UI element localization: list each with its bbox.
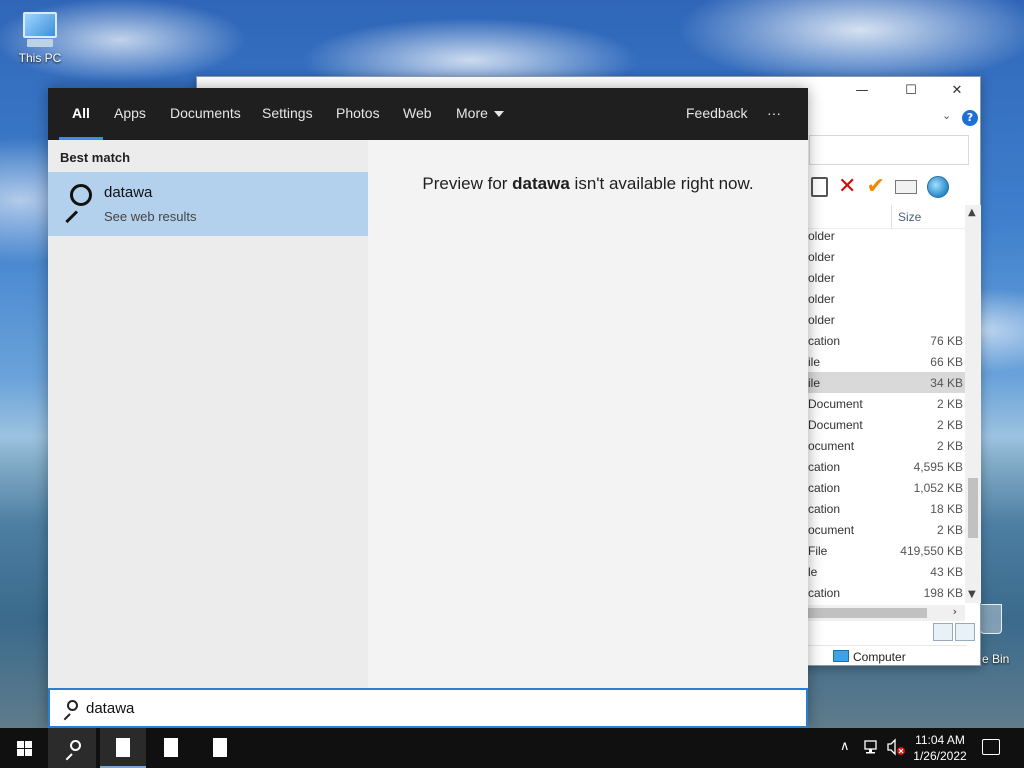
column-size[interactable]: Size xyxy=(898,210,921,224)
scrollbar-thumb[interactable] xyxy=(807,608,927,618)
help-icon[interactable]: ? xyxy=(962,110,978,126)
this-pc-label: This PC xyxy=(18,51,62,65)
delete-icon[interactable]: ✕ xyxy=(838,176,856,198)
search-icon xyxy=(62,700,78,721)
table-row[interactable]: le 43 KB xyxy=(807,561,965,582)
notification-icon[interactable] xyxy=(982,739,1000,755)
computer-icon xyxy=(833,650,849,662)
horizontal-scrollbar[interactable]: › xyxy=(807,605,965,621)
ribbon-expand-chevron-icon[interactable]: ⌄ xyxy=(942,109,951,122)
volume-muted-icon[interactable] xyxy=(886,738,906,768)
search-field-explorer[interactable] xyxy=(809,135,969,165)
search-input[interactable] xyxy=(86,697,686,719)
chevron-down-icon xyxy=(493,111,504,118)
best-match-result[interactable]: datawa See web results xyxy=(48,172,368,236)
table-row[interactable]: ile 66 KB xyxy=(807,351,965,372)
result-title: datawa xyxy=(104,184,153,201)
status-bar: Computer xyxy=(807,645,967,667)
tab-apps[interactable]: Apps xyxy=(114,88,146,140)
network-icon[interactable] xyxy=(862,738,880,768)
recycle-bin-label: e Bin xyxy=(982,652,1010,666)
minimize-button[interactable]: — xyxy=(842,79,882,103)
feedback-button[interactable]: Feedback xyxy=(686,88,747,140)
table-row[interactable]: ocument 2 KB xyxy=(807,519,965,540)
clock-time: 11:04 AM xyxy=(915,733,965,747)
search-icon xyxy=(70,740,81,751)
search-box[interactable] xyxy=(48,688,808,728)
document-icon xyxy=(213,738,227,757)
table-row[interactable]: older xyxy=(807,225,965,246)
document-icon xyxy=(116,738,130,757)
show-hidden-icons-button[interactable]: ∧ xyxy=(840,739,850,768)
table-row[interactable]: older xyxy=(807,309,965,330)
taskbar-search-button[interactable] xyxy=(48,728,96,768)
table-row[interactable]: File 419,550 KB xyxy=(807,540,965,561)
scroll-down-icon[interactable]: ▼ xyxy=(968,589,976,600)
best-match-heading: Best match xyxy=(60,150,131,165)
system-clock[interactable]: 11:04 AM 1/26/2022 xyxy=(904,732,976,764)
table-row[interactable]: cation 198 KB xyxy=(807,582,965,603)
document-icon xyxy=(164,738,178,757)
table-row[interactable]: ocument 2 KB xyxy=(807,435,965,456)
search-flyout: All Apps Documents Settings Photos Web M… xyxy=(48,88,808,728)
table-row[interactable]: cation 4,595 KB xyxy=(807,456,965,477)
table-row[interactable]: older xyxy=(807,288,965,309)
scrollbar-thumb[interactable] xyxy=(968,478,978,538)
preview-term: datawa xyxy=(512,174,570,193)
table-row[interactable]: Document 2 KB xyxy=(807,393,965,414)
taskbar-app-2[interactable] xyxy=(148,728,194,768)
computer-icon xyxy=(23,12,57,38)
result-subtitle: See web results xyxy=(104,209,197,224)
globe-icon[interactable] xyxy=(926,176,949,198)
clipboard-icon[interactable] xyxy=(811,177,828,197)
search-icon xyxy=(60,184,94,224)
tab-more-label: More xyxy=(456,105,488,121)
explorer-toolbar: ✕ ✔ xyxy=(811,175,949,199)
scroll-up-icon[interactable]: ▲ xyxy=(968,207,976,218)
scroll-right-icon[interactable]: › xyxy=(953,605,957,618)
tab-more[interactable]: More xyxy=(456,88,504,140)
table-row[interactable]: older xyxy=(807,267,965,288)
table-row-selected[interactable]: ile 34 KB xyxy=(807,372,965,393)
taskbar-app-3[interactable] xyxy=(197,728,243,768)
table-row[interactable]: older xyxy=(807,246,965,267)
tab-documents[interactable]: Documents xyxy=(170,88,241,140)
status-location: Computer xyxy=(853,650,906,664)
tab-settings[interactable]: Settings xyxy=(262,88,313,140)
more-options-button[interactable]: ··· xyxy=(767,88,781,140)
large-icons-view-icon[interactable] xyxy=(955,623,975,641)
tab-photos[interactable]: Photos xyxy=(336,88,380,140)
table-row[interactable]: Document 2 KB xyxy=(807,414,965,435)
vertical-scrollbar[interactable]: ▲ ▼ xyxy=(965,205,981,603)
tab-all[interactable]: All xyxy=(59,88,103,140)
table-row[interactable]: cation 76 KB xyxy=(807,330,965,351)
preview-pane: Preview for datawa isn't available right… xyxy=(368,140,808,688)
properties-icon[interactable] xyxy=(894,180,917,194)
start-button[interactable] xyxy=(0,728,48,768)
checkmark-icon[interactable]: ✔ xyxy=(866,176,884,198)
table-row[interactable]: cation 1,052 KB xyxy=(807,477,965,498)
clock-date: 1/26/2022 xyxy=(913,749,967,763)
table-row[interactable]: cation 18 KB xyxy=(807,498,965,519)
preview-message: Preview for datawa isn't available right… xyxy=(422,174,754,193)
taskbar: ∧ 11:04 AM 1/26/2022 xyxy=(0,728,1024,768)
view-buttons xyxy=(933,623,975,641)
details-view-icon[interactable] xyxy=(933,623,953,641)
this-pc-desktop-icon[interactable]: This PC xyxy=(12,8,68,65)
recycle-bin-icon xyxy=(980,604,1002,634)
maximize-button[interactable]: ☐ xyxy=(891,79,931,103)
search-tab-bar: All Apps Documents Settings Photos Web M… xyxy=(48,88,808,140)
results-pane: Best match datawa See web results xyxy=(48,140,368,688)
tab-web[interactable]: Web xyxy=(403,88,432,140)
file-list: older older older older older cation 76 K… xyxy=(807,225,965,603)
taskbar-app-1[interactable] xyxy=(100,728,146,768)
recycle-bin-desktop-icon[interactable]: e Bin xyxy=(978,604,1024,666)
close-button[interactable]: ✕ xyxy=(937,79,977,103)
